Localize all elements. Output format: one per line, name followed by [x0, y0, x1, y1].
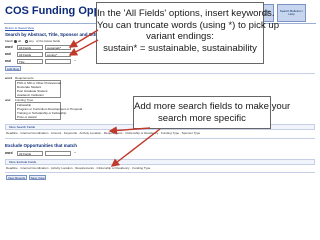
help-button[interactable]: Search Bulletins / Help	[277, 4, 306, 22]
funding-type-listbox[interactable]: Fellowship Program or Curriculum Develop…	[15, 102, 82, 120]
section-divider	[5, 73, 315, 74]
bool-operator: word	[5, 76, 13, 80]
return-to-saved-view-link[interactable]: Return to Saved View	[5, 26, 34, 30]
bool-operator: and	[5, 52, 11, 56]
bool-operator: word	[5, 45, 13, 49]
bool-operator: and	[5, 59, 11, 63]
term-input[interactable]	[45, 59, 71, 64]
add-row-button[interactable]: Add Row	[5, 66, 21, 71]
field-select[interactable]: Title	[17, 59, 43, 64]
annotation-line: In the 'All Fields' options, insert keyw…	[97, 8, 275, 19]
section-divider	[5, 138, 315, 139]
more-search-fields-title: More Search Fields	[9, 125, 36, 129]
view-results-button[interactable]: View Results	[6, 175, 27, 180]
match-any-label: any	[29, 39, 34, 43]
match-all-label: all	[18, 39, 22, 43]
match-any-radio[interactable]	[25, 39, 28, 43]
more-search-fields-links[interactable]: Deadline · Internal Coordination · Amoun…	[6, 131, 200, 135]
requirements-listbox[interactable]: PhD or MD or Other Professional Doctorat…	[15, 80, 61, 98]
remove-row-icon[interactable]: −	[73, 151, 77, 156]
section-divider	[5, 172, 315, 173]
match-suffix: of the below fields	[36, 39, 61, 43]
list-item[interactable]: Prize or Award	[16, 115, 60, 119]
term-input[interactable]: ecolog*	[45, 52, 71, 57]
annotation-line: search more specific	[158, 112, 246, 124]
remove-row-icon[interactable]: −	[73, 52, 77, 57]
keywords-annotation: In the 'All Fields' options, insert keyw…	[96, 2, 280, 64]
more-exclude-fields-bar: More Exclude Fields	[5, 159, 315, 165]
annotation-line: variant endings:	[146, 31, 214, 42]
annotation-line: You can truncate words (using *) to pick…	[97, 19, 280, 31]
more-exclude-fields-links[interactable]: Deadline · Internal Coordination · Activ…	[6, 166, 150, 170]
bool-operator: word	[5, 151, 13, 155]
cos-search-page: COS Funding Opportunit Hello Guillerman!…	[3, 0, 317, 240]
term-input[interactable]	[45, 151, 71, 156]
field-select[interactable]: All Fields	[17, 52, 43, 57]
match-all-radio[interactable]	[14, 39, 17, 43]
nav-label: Search Bulletins / Help	[279, 8, 304, 16]
remove-row-icon[interactable]: −	[73, 45, 77, 50]
exclude-section-title: Exclude Opportunities that match	[5, 143, 78, 148]
annotation-line: sustain* = sustainable, sustainability	[103, 42, 257, 54]
exclude-row: word All Fields −	[5, 151, 155, 156]
list-item[interactable]: Academic Institution	[16, 93, 60, 97]
save-view-button[interactable]: Save View	[29, 175, 46, 180]
field-select[interactable]: All Fields	[17, 45, 43, 50]
remove-row-icon[interactable]: −	[73, 59, 77, 64]
bool-operator: and	[5, 98, 11, 102]
field-select[interactable]: All Fields	[17, 151, 43, 156]
search-section-title: Search by Abstract, Title, Sponsor and O…	[5, 32, 101, 37]
fields-annotation: Add more search fields to make your sear…	[133, 96, 291, 129]
annotation-line: Add more search fields to make your	[134, 101, 291, 112]
more-exclude-fields-title: More Exclude Fields	[9, 160, 37, 164]
match-label: Match	[5, 39, 14, 43]
term-input[interactable]: sustainab*	[45, 45, 71, 50]
